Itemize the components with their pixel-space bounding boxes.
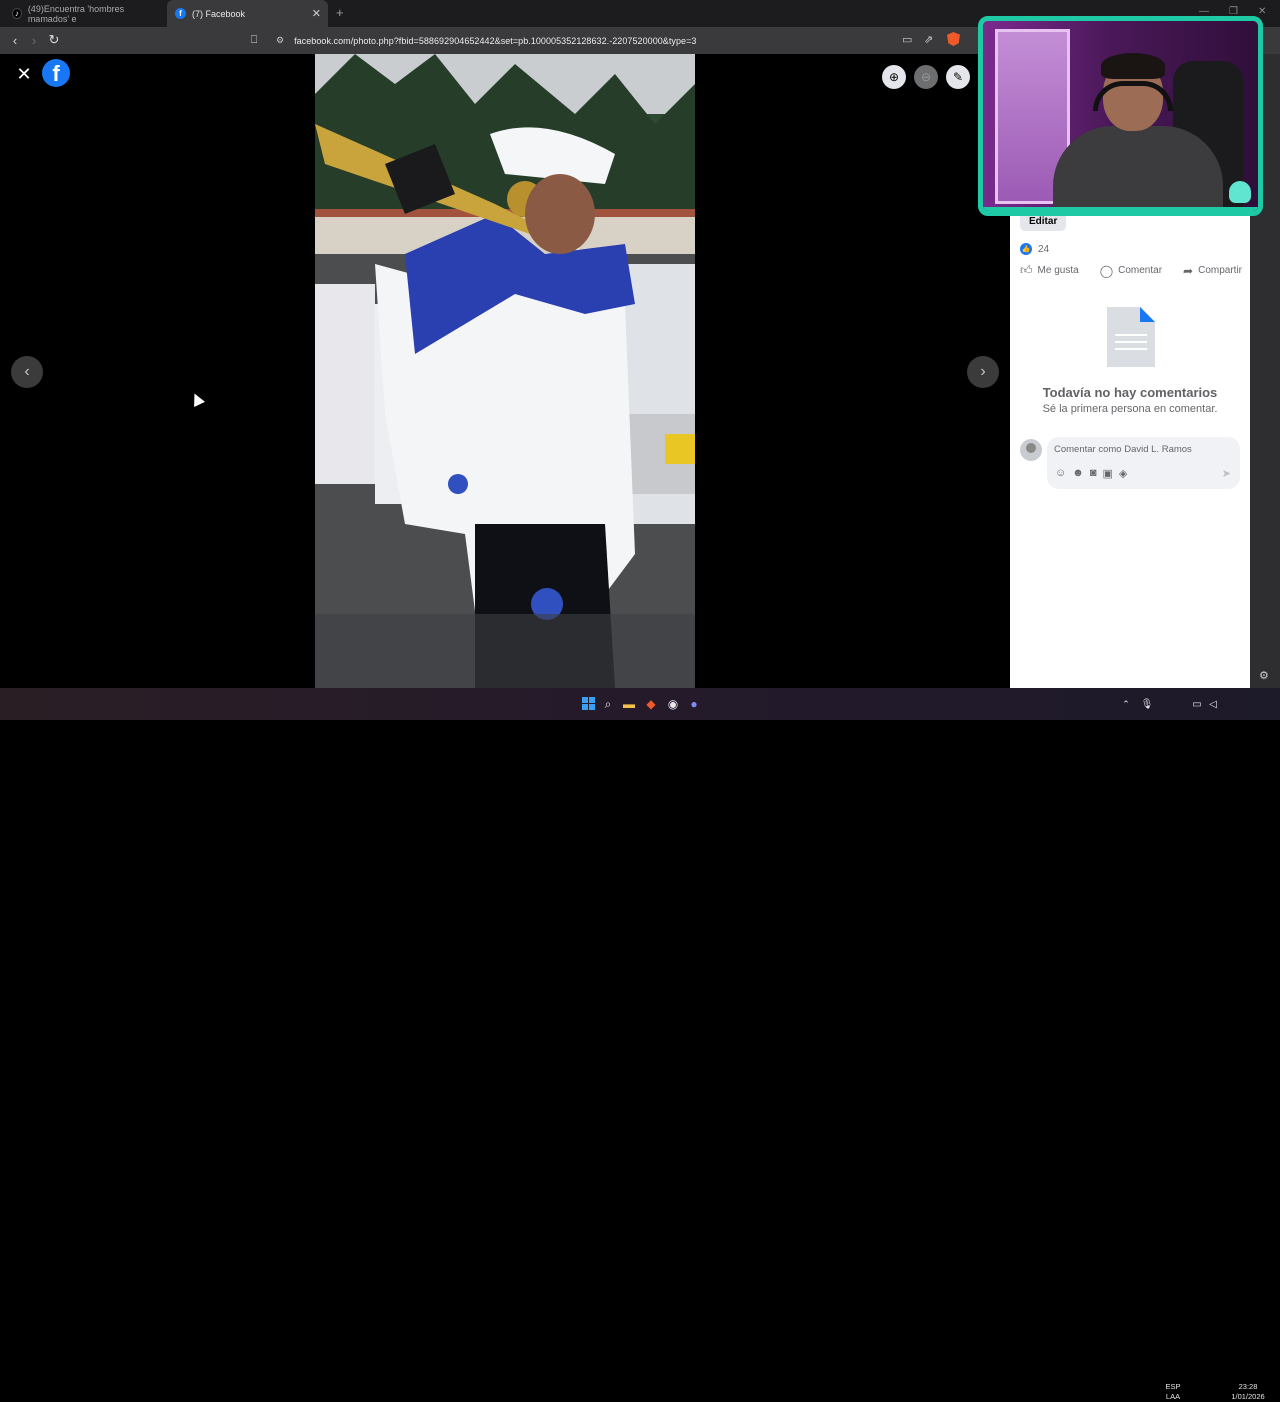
zoom-out-icon[interactable]: ⊖ xyxy=(914,65,938,89)
webcam-person-body xyxy=(1053,126,1223,211)
emoji-icon[interactable]: ☻ xyxy=(1072,467,1084,480)
file-explorer-icon[interactable]: ▬ xyxy=(621,696,637,712)
webcam-bottom-bar xyxy=(983,207,1258,211)
comment-button[interactable]: ◯ Comentar xyxy=(1100,263,1162,278)
network-icon[interactable]: ▭ xyxy=(1189,696,1205,712)
ghost-mascot-icon xyxy=(1229,181,1251,203)
clock-time: 23:28 xyxy=(1238,1382,1258,1391)
photo-image xyxy=(315,54,695,688)
comment-input[interactable]: Comentar como David L. Ramos ☺ ☻ ◙ ▣ ◈ ➤ xyxy=(1047,437,1240,489)
cast-icon[interactable]: ▭ xyxy=(902,33,912,46)
brave-browser-icon[interactable]: ◆ xyxy=(643,696,659,712)
send-icon[interactable]: ➤ xyxy=(1222,467,1231,480)
tab-label: (7) Facebook xyxy=(192,8,246,19)
zoom-in-icon[interactable]: ⊕ xyxy=(882,65,906,89)
camera-icon[interactable]: ◙ xyxy=(1090,467,1097,480)
reload-icon[interactable]: ↻ xyxy=(45,31,63,49)
tab-tiktok[interactable]: ♪ (49)Encuentra 'hombres mamados' e xyxy=(4,0,164,27)
comment-bubble-icon: ◯ xyxy=(1099,263,1114,278)
facebook-logo-icon[interactable]: f xyxy=(42,59,70,87)
bookmark-icon[interactable]: ⎕ xyxy=(245,31,263,49)
microphone-icon[interactable]: 🎙︎ xyxy=(1139,696,1155,712)
address-url: facebook.com/photo.php?fbid=588692904652… xyxy=(294,35,697,46)
clock[interactable]: 23:28 1/01/2026 xyxy=(1226,1382,1270,1402)
document-line xyxy=(1115,348,1147,350)
language-indicator[interactable]: ESP LAA xyxy=(1163,1382,1183,1402)
sticker-icon[interactable]: ◈ xyxy=(1119,467,1127,480)
site-info-icon[interactable]: ⚙ xyxy=(276,35,284,46)
tab-facebook[interactable]: f (7) Facebook ✕ xyxy=(167,0,328,27)
document-corner xyxy=(1140,307,1155,322)
comment-tools: ☺ ☻ ◙ ▣ ◈ xyxy=(1055,467,1127,480)
back-icon[interactable]: ‹ xyxy=(6,31,24,49)
avatar-sticker-icon[interactable]: ☺ xyxy=(1055,467,1066,480)
post-actions: 👍︎ Me gusta ◯ Comentar ➦ Compartir xyxy=(1020,263,1242,278)
forward-icon[interactable]: › xyxy=(25,31,43,49)
document-line xyxy=(1115,341,1147,343)
share-label: Compartir xyxy=(1198,265,1242,276)
tab-label: (49)Encuentra 'hombres mamados' e xyxy=(27,3,125,24)
facebook-icon: f xyxy=(175,8,186,19)
gif-icon[interactable]: ▣ xyxy=(1102,467,1112,480)
webcam-overlay xyxy=(978,16,1263,216)
share-icon[interactable]: ⇗ xyxy=(924,33,933,46)
be-first-subtitle: Sé la primera persona en comentar. xyxy=(1042,403,1218,415)
language-code: ESP xyxy=(1165,1382,1181,1391)
no-comments-title: Todavía no hay comentarios xyxy=(1042,385,1218,400)
comment-label: Comentar xyxy=(1118,265,1163,276)
clock-date: 1/01/2026 xyxy=(1231,1392,1265,1401)
webcam-person-hair xyxy=(1101,53,1165,79)
settings-gear-icon[interactable]: ⚙ xyxy=(1259,669,1269,682)
discord-icon[interactable]: ● xyxy=(686,696,702,712)
new-tab-button[interactable]: + xyxy=(336,5,344,20)
share-button[interactable]: ➦ Compartir xyxy=(1183,263,1242,278)
window-close-icon[interactable]: ✕ xyxy=(1258,6,1266,17)
close-viewer-icon[interactable]: ✕ xyxy=(14,64,34,84)
previous-photo-button[interactable]: ‹ xyxy=(11,356,43,388)
share-arrow-icon: ➦ xyxy=(1183,263,1194,278)
address-bar[interactable]: ⚙ facebook.com/photo.php?fbid=5886929046… xyxy=(270,30,970,51)
photo-viewer: ✕ f ‹ › ⊕ ⊖ ✎ xyxy=(0,54,1010,688)
mouse-cursor xyxy=(189,391,205,407)
document-line xyxy=(1115,334,1147,336)
search-icon[interactable]: ⌕ xyxy=(600,696,616,712)
close-tab-icon[interactable]: ✕ xyxy=(312,7,321,20)
like-count: 24 xyxy=(1038,243,1050,255)
next-photo-button[interactable]: › xyxy=(967,356,999,388)
like-button[interactable]: 👍︎ Me gusta xyxy=(1020,263,1079,278)
windows-start-icon[interactable] xyxy=(582,697,595,710)
windows-taskbar: ⌕ ▬ ◆ ◉ ● ⌃ 🎙︎ ESP LAA ▭ ◁ 23:28 1/01/20… xyxy=(0,688,1280,1401)
volume-icon[interactable]: ◁ xyxy=(1205,696,1221,712)
obs-icon[interactable]: ◉ xyxy=(665,696,681,712)
like-reaction-icon: 👍 xyxy=(1020,243,1032,255)
reaction-summary[interactable]: 👍 24 xyxy=(1020,243,1049,255)
thumbs-up-icon: 👍︎ xyxy=(1020,263,1033,277)
comment-placeholder: Comentar como David L. Ramos xyxy=(1054,444,1192,455)
tag-icon[interactable]: ✎ xyxy=(946,65,970,89)
layout-code: LAA xyxy=(1165,1392,1181,1401)
avatar[interactable] xyxy=(1020,439,1042,461)
chevron-up-icon[interactable]: ⌃ xyxy=(1118,696,1134,712)
like-label: Me gusta xyxy=(1037,265,1079,276)
tiktok-icon: ♪ xyxy=(12,8,22,19)
